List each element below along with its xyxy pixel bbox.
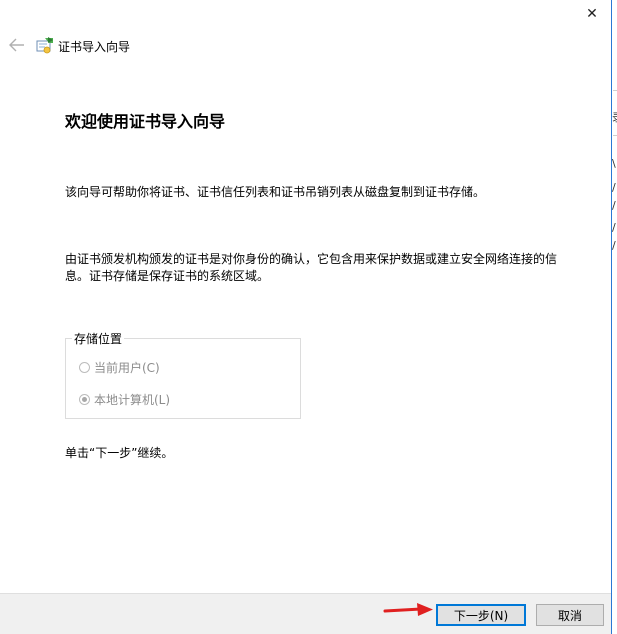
certificate-import-wizard-window: ✕ 证书导入向导 欢迎使用证书导入向导 该向导可帮助你将证书、证书信任列表和证书… — [0, 0, 612, 634]
next-button[interactable]: 下一步(N) — [436, 604, 526, 626]
background-text-fragment: \ — [612, 157, 616, 170]
background-text-fragment: / — [612, 181, 616, 194]
back-arrow-icon — [9, 38, 24, 52]
background-divider — [613, 135, 617, 136]
certificate-wizard-icon — [36, 37, 53, 54]
close-button[interactable]: ✕ — [577, 2, 607, 26]
window-title: 证书导入向导 — [58, 40, 131, 54]
intro-text: 该向导可帮助你将证书、证书信任列表和证书吊销列表从磁盘复制到证书存储。 — [65, 185, 486, 199]
background-text-fragment: 录 — [612, 112, 617, 123]
store-location-legend: 存储位置 — [72, 330, 125, 347]
close-icon: ✕ — [586, 6, 598, 22]
certificate-description: 由证书颁发机构颁发的证书是对你身份的确认，它包含用来保护数据或建立安全网络连接的… — [65, 251, 565, 285]
store-location-group: 存储位置 当前用户(C) 本地计算机(L) — [65, 330, 301, 419]
radio-local-machine-circle[interactable] — [79, 394, 90, 405]
radio-current-user[interactable]: 当前用户(C) — [79, 359, 160, 376]
cancel-button[interactable]: 取消 — [536, 604, 604, 626]
continue-instruction: 单击“下一步”继续。 — [65, 446, 174, 460]
background-text-fragment: / — [612, 221, 616, 234]
page-heading: 欢迎使用证书导入向导 — [65, 112, 226, 131]
radio-local-machine[interactable]: 本地计算机(L) — [79, 391, 170, 408]
radio-current-user-circle[interactable] — [79, 362, 90, 373]
background-divider — [613, 90, 617, 91]
radio-local-machine-label: 本地计算机(L) — [94, 393, 171, 407]
background-text-fragment: / — [612, 199, 616, 212]
certificate-description-line-2: 息。证书存储是保存证书的系统区域。 — [65, 269, 270, 283]
wizard-footer: 下一步(N) 取消 — [0, 593, 611, 634]
background-window-edge: 录 \ / / / / — [612, 0, 617, 634]
background-text-fragment: / — [612, 239, 616, 252]
red-annotation-arrow — [383, 603, 433, 616]
radio-current-user-label: 当前用户(C) — [94, 361, 160, 375]
back-button[interactable] — [8, 36, 26, 54]
certificate-description-line-1: 由证书颁发机构颁发的证书是对你身份的确认，它包含用来保护数据或建立安全网络连接的… — [65, 252, 558, 266]
